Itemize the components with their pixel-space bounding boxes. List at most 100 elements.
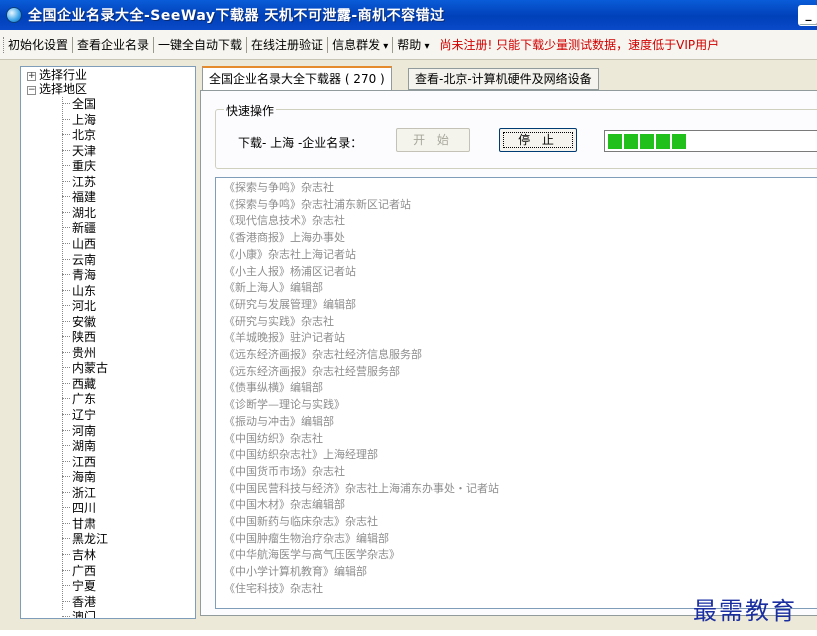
menu-mass-messaging[interactable]: 信息群发 bbox=[327, 36, 392, 53]
tree-leaf-label: 四川 bbox=[72, 501, 97, 516]
watermark-text: 最需教育 bbox=[693, 597, 797, 625]
region-tree[interactable]: + 选择行业 − 选择地区 全国 上海北京天津重庆江苏 福建 湖北新疆山西 云南青海山东河北… bbox=[20, 66, 196, 619]
list-item[interactable]: 《诊断学—理论与实践》 bbox=[224, 398, 345, 412]
tree-leaf-region[interactable]: 浙江 bbox=[62, 485, 97, 500]
menu-init-settings[interactable]: 初始化设置 bbox=[3, 36, 72, 53]
tree-leaf-region[interactable]: 河北 bbox=[62, 300, 96, 313]
menu-help[interactable]: 帮助 bbox=[392, 36, 433, 53]
main-panel: 快速操作 下载- 上海 -企业名录： 开 始 停 止 《探索与争鸣》杂志社 《探索… bbox=[200, 90, 817, 616]
tree-leaf-label: 甘肃 bbox=[72, 516, 97, 531]
tree-leaf-label: 云南 bbox=[72, 252, 97, 267]
tree-leaf-region[interactable]: 广东 bbox=[62, 393, 96, 406]
tree-node-label: 选择行业 bbox=[39, 68, 88, 82]
menu-auto-download[interactable]: 一键全自动下载 bbox=[153, 36, 246, 53]
list-item[interactable]: 《中国纺织杂志社》上海经理部 bbox=[224, 448, 378, 462]
tree-leaf-region[interactable]: 辽宁 bbox=[62, 409, 96, 422]
tree-leaf-region[interactable]: 山西 bbox=[62, 237, 96, 251]
list-item[interactable]: 《现代信息技术》杂志社 bbox=[224, 214, 345, 228]
tree-leaf-label: 浙江 bbox=[72, 485, 97, 500]
list-item[interactable]: 《香港商报》上海办事处 bbox=[224, 231, 345, 245]
window-title: 全国企业名录大全-SeeWay下载器 天机不可泄露-商机不容错过 bbox=[28, 8, 445, 24]
tree-leaf-label: 广东 bbox=[72, 392, 97, 407]
tree-node-label: 选择地区 bbox=[39, 82, 88, 96]
list-item[interactable]: 《债事纵横》编辑部 bbox=[224, 381, 323, 395]
list-item[interactable]: 《远东经济画报》杂志社经营服务部 bbox=[224, 365, 400, 379]
tree-leaf-region[interactable]: 吉林 bbox=[62, 547, 97, 562]
minimize-button[interactable]: _ bbox=[798, 5, 817, 26]
tree-leaf-label: 宁夏 bbox=[72, 579, 97, 594]
tree-leaf-region[interactable]: 江苏 bbox=[62, 175, 96, 189]
tree-leaf-label: 吉林 bbox=[72, 547, 97, 562]
tree-leaf-region[interactable]: 山东 bbox=[62, 284, 96, 298]
tree-leaf-label: 香港 bbox=[72, 594, 97, 609]
tree-leaf-label: 上海 bbox=[72, 112, 97, 127]
tree-leaf-region[interactable]: 福建 bbox=[62, 191, 96, 204]
tree-leaf-region[interactable]: 上海 bbox=[62, 112, 97, 127]
tree-node-region[interactable]: − 选择地区 bbox=[27, 83, 87, 96]
collapse-minus-icon[interactable]: − bbox=[27, 86, 36, 95]
tab-view-beijing-hardware[interactable]: 查看-北京-计算机硬件及网络设备 bbox=[408, 68, 599, 90]
tree-leaf-region[interactable]: 湖北 bbox=[62, 206, 96, 220]
list-item[interactable]: 《中国新药与临床杂志》杂志社 bbox=[224, 515, 378, 529]
start-button[interactable]: 开 始 bbox=[396, 128, 470, 152]
list-item[interactable]: 《振动与冲击》编辑部 bbox=[224, 415, 334, 429]
tree-leaf-label: 辽宁 bbox=[72, 408, 97, 422]
tree-leaf-region[interactable]: 黑龙江 bbox=[62, 533, 108, 546]
tree-leaf-region[interactable]: 内蒙古 bbox=[62, 362, 108, 375]
tree-leaf-region[interactable]: 贵州 bbox=[62, 346, 96, 360]
tree-leaf-label: 安徽 bbox=[72, 314, 97, 329]
tree-leaf-region[interactable]: 香港 bbox=[62, 594, 97, 609]
tree-leaf-label: 福建 bbox=[72, 190, 97, 205]
list-item[interactable]: 《中国货币市场》杂志社 bbox=[224, 465, 345, 479]
tree-leaf-region[interactable]: 甘肃 bbox=[62, 516, 97, 531]
tree-leaf-region[interactable]: 安徽 bbox=[62, 314, 97, 329]
tree-leaf-label: 内蒙古 bbox=[72, 361, 109, 376]
list-item[interactable]: 《探索与争鸣》杂志社 bbox=[224, 181, 334, 195]
results-list[interactable]: 《探索与争鸣》杂志社《探索与争鸣》杂志社浦东新区记者站 《现代信息技术》杂志社 《香… bbox=[215, 177, 817, 609]
tree-leaf-region[interactable]: 宁夏 bbox=[62, 580, 96, 593]
list-item[interactable]: 《研究与实践》杂志社 bbox=[224, 315, 334, 329]
list-item[interactable]: 《中华航海医学与高气压医学杂志》 bbox=[224, 548, 400, 562]
quick-operation-group: 快速操作 下载- 上海 -企业名录： 开 始 停 止 bbox=[215, 102, 817, 169]
tree-leaf-region[interactable]: 广西 bbox=[62, 564, 96, 578]
tree-leaf-region[interactable]: 海南 bbox=[62, 471, 96, 484]
menu-view-directory[interactable]: 查看企业名录 bbox=[72, 36, 153, 53]
tree-leaf-region[interactable]: 陕西 bbox=[62, 331, 96, 344]
list-item[interactable]: 《中国纺织》杂志社 bbox=[224, 432, 323, 446]
tree-leaf-region[interactable]: 青海 bbox=[62, 269, 96, 282]
list-item[interactable]: 《中国肿瘤生物治疗杂志》编辑部 bbox=[224, 532, 389, 546]
tree-leaf-region[interactable]: 重庆 bbox=[62, 160, 96, 173]
tree-leaf-region[interactable]: 云南 bbox=[62, 252, 97, 267]
expand-plus-icon[interactable]: + bbox=[27, 72, 36, 81]
list-item[interactable]: 《小康》杂志社上海记者站 bbox=[224, 248, 356, 262]
download-progress-bar bbox=[604, 130, 817, 152]
list-item[interactable]: 《远东经济画报》杂志社经济信息服务部 bbox=[224, 348, 422, 362]
list-item[interactable]: 《小主人报》杨浦区记者站 bbox=[224, 265, 356, 279]
list-item[interactable]: 《研究与发展管理》编辑部 bbox=[224, 298, 356, 312]
stop-button-label: 停 止 bbox=[518, 133, 558, 147]
tree-leaf-label: 海南 bbox=[72, 470, 97, 485]
menu-online-register[interactable]: 在线注册验证 bbox=[246, 36, 327, 53]
tree-leaf-region[interactable]: 湖南 bbox=[62, 440, 96, 453]
stop-button[interactable]: 停 止 bbox=[499, 128, 577, 152]
tree-leaf-region[interactable]: 天津 bbox=[62, 144, 96, 158]
list-item[interactable]: 《中国木材》杂志编辑部 bbox=[224, 498, 345, 512]
tree-leaf-label: 黑龙江 bbox=[72, 532, 109, 547]
tree-leaf-region[interactable]: 四川 bbox=[62, 502, 96, 515]
list-item[interactable]: 《探索与争鸣》杂志社浦东新区记者站 bbox=[224, 198, 411, 212]
tree-leaf-region[interactable]: 北京 bbox=[62, 129, 96, 142]
tree-leaf-region[interactable]: 新疆 bbox=[62, 222, 96, 235]
tree-leaf-region[interactable]: 澳门 bbox=[62, 611, 96, 618]
tree-node-industry[interactable]: + 选择行业 bbox=[27, 69, 87, 82]
tree-leaf-region[interactable]: 河南 bbox=[62, 424, 96, 438]
tree-leaf-region[interactable]: 江西 bbox=[62, 455, 96, 469]
list-item[interactable]: 《中小学计算机教育》编辑部 bbox=[224, 565, 367, 579]
list-item[interactable]: 《中国民营科技与经济》杂志社上海浦东办事处・记者站 bbox=[224, 482, 499, 496]
tab-directory-downloader[interactable]: 全国企业名录大全下载器 ( 270 ) bbox=[202, 66, 392, 91]
title-bar[interactable]: 全国企业名录大全-SeeWay下载器 天机不可泄露-商机不容错过 _ bbox=[0, 0, 817, 30]
tree-leaf-region[interactable]: 西藏 bbox=[62, 377, 96, 391]
list-item[interactable]: 《羊城晚报》驻沪记者站 bbox=[224, 331, 345, 345]
list-item[interactable]: 《新上海人》编辑部 bbox=[224, 281, 323, 295]
tree-leaf-region[interactable]: 全国 bbox=[62, 98, 96, 111]
list-item[interactable]: 《住宅科技》杂志社 bbox=[224, 582, 323, 596]
